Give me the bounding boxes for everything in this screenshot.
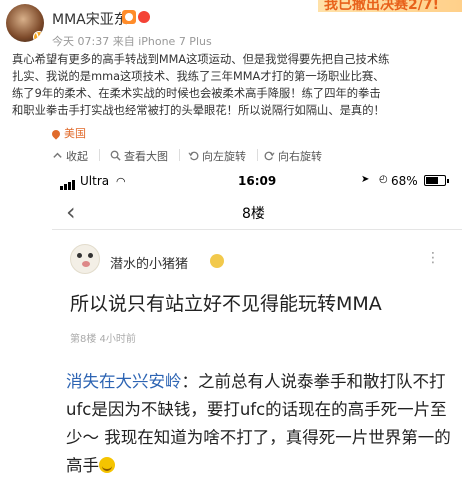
author-avatar[interactable] <box>70 244 100 274</box>
rotate-left-button[interactable]: 向左旋转 <box>188 148 258 164</box>
verified-badge-icon: V <box>33 31 44 42</box>
battery-icon <box>424 175 449 186</box>
quoted-reply: 消失在大兴安岭：之前总有人说泰拳手和散打队不打ufc是因为不缺钱，要打ufc的话… <box>66 368 458 480</box>
author-name[interactable]: 潜水的小猪猪 <box>110 253 188 272</box>
post-line: 真心希望有更多的高手转战到MMA这项运动、但是我觉得要先把自己技术练 <box>12 53 390 66</box>
collect-label: 收起 <box>66 150 88 163</box>
battery-percent: 68% <box>391 174 418 188</box>
thread-navbar: ‹ 8楼 <box>52 194 462 230</box>
carrier-name: Ultra <box>80 174 110 188</box>
location-link[interactable]: 美国 <box>50 125 86 141</box>
image-actions: 收起 查看大图 向左旋转 向右旋转 <box>0 146 462 168</box>
vip-icon <box>122 10 136 24</box>
post-line: 和职业拳击手打实战也经常被打的头晕眼花！所以说隔行如隔山、是真的！ <box>12 104 385 117</box>
post-meta: 今天 07:37 来自 iPhone 7 Plus <box>52 35 212 48</box>
floor-content: 所以说只有站立好不见得能玩转MMA <box>70 293 382 315</box>
promo-banner-text: 我已撤出决赛2/7! <box>324 0 439 12</box>
divider <box>257 149 258 161</box>
weibo-post: V MMA宋亚东 我已撤出决赛2/7! 今天 07:37 来自 iPhone 7… <box>0 0 462 489</box>
status-bar: Ultra ◠ 16:09 ➤ ◴ 68% <box>52 168 462 194</box>
wifi-icon: ◠ <box>116 175 126 188</box>
divider <box>99 149 100 161</box>
rotate-left-icon <box>188 151 199 161</box>
status-time: 16:09 <box>238 174 277 188</box>
username[interactable]: MMA宋亚东 <box>52 9 128 29</box>
post-line: 练了9年的柔术、在柔术实战的时候也会被柔术高手降服！练了四年的拳击 <box>12 87 381 100</box>
location-arrow-icon: ➤ <box>361 174 370 185</box>
view-large-label: 查看大图 <box>124 150 168 163</box>
more-icon[interactable]: ⋮ <box>426 250 440 266</box>
collapse-icon <box>53 152 62 158</box>
magnify-icon <box>110 150 121 161</box>
location-label: 美国 <box>64 127 86 140</box>
rotate-right-button[interactable]: 向右旋转 <box>264 148 322 164</box>
post-body: 真心希望有更多的高手转战到MMA这项运动、但是我觉得要先把自己技术练 扎实、我说… <box>12 51 452 119</box>
floor-author: 潜水的小猪猪 ⋮ <box>52 230 462 284</box>
location-pin-icon <box>50 128 62 140</box>
view-large-button[interactable]: 查看大图 <box>110 148 180 164</box>
avatar[interactable]: V <box>6 4 44 42</box>
back-chevron-icon[interactable]: ‹ <box>66 199 92 225</box>
floor-info: 第8楼 4小时前 <box>70 334 136 345</box>
divider <box>179 149 180 161</box>
rotate-left-label: 向左旋转 <box>202 150 246 163</box>
signal-icon <box>60 176 76 190</box>
floor-title: 8楼 <box>242 206 265 222</box>
rotate-right-icon <box>264 151 275 161</box>
quoted-author[interactable]: 消失在大兴安岭 <box>66 372 182 391</box>
collect-button[interactable]: 收起 <box>52 148 100 164</box>
rotate-right-label: 向右旋转 <box>278 150 322 163</box>
level-badge-icon <box>138 11 150 23</box>
post-line: 扎实、我说的是mma这项技术、我练了三年MMA才打的第一场职业比赛、 <box>12 70 385 83</box>
post-header: V MMA宋亚东 我已撤出决赛2/7! 今天 07:37 来自 iPhone 7… <box>0 0 462 48</box>
smile-emoji-icon <box>99 457 115 473</box>
embedded-screenshot[interactable]: Ultra ◠ 16:09 ➤ ◴ 68% ‹ 8楼 潜水的小猪猪 ⋮ 所以说只… <box>52 168 462 489</box>
member-badge-icon <box>210 254 224 268</box>
alarm-icon: ◴ <box>379 174 388 185</box>
promo-banner[interactable]: 我已撤出决赛2/7! <box>318 0 462 12</box>
